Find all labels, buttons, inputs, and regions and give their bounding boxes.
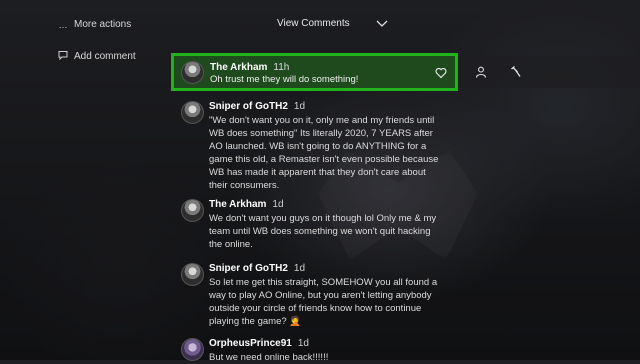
comment-text: "We don't want you on it, only me and my… [209, 115, 439, 191]
view-comments-label: View Comments [277, 18, 350, 29]
comment-time: 1d [293, 263, 306, 274]
avatar [181, 263, 204, 286]
comment-meta: Sniper of GoTH2 1d [209, 101, 305, 112]
comment-author: Sniper of GoTH2 [209, 263, 288, 274]
comment-meta: The Arkham 1d [209, 199, 284, 210]
avatar [181, 61, 204, 84]
comment-text: We don't want you guys on it though lol … [209, 213, 437, 250]
comment-meta: The Arkham 11h [210, 62, 289, 73]
add-comment-label: Add comment [74, 50, 136, 62]
hammer-icon[interactable] [509, 66, 521, 78]
comment-time: 1d [272, 199, 284, 210]
comment-text: Oh trust me they will do something! [210, 74, 359, 85]
chevron-down-icon[interactable] [376, 18, 388, 28]
comment-time: 1d [293, 101, 306, 112]
add-comment-button[interactable]: Add comment [58, 50, 136, 62]
more-actions-button[interactable]: … More actions [58, 19, 132, 30]
avatar [181, 101, 204, 124]
comment-meta: OrpheusPrince91 1d [209, 338, 309, 349]
view-comments-dropdown[interactable]: View Comments [277, 18, 350, 29]
comment-author: Sniper of GoTH2 [209, 101, 288, 112]
comment-author: The Arkham [209, 199, 267, 210]
comment-author: OrpheusPrince91 [209, 338, 292, 349]
heart-icon[interactable] [435, 67, 447, 79]
comment-meta: Sniper of GoTH2 1d [209, 263, 305, 274]
comment-time: 1d [297, 338, 309, 349]
comment-text: So let me get this straight, SOMEHOW you… [209, 277, 438, 327]
comment-icon [58, 50, 68, 62]
selected-comment[interactable]: The Arkham 11h Oh trust me they will do s… [171, 53, 458, 91]
person-icon[interactable] [475, 66, 487, 78]
avatar [181, 338, 204, 361]
more-actions-label: More actions [74, 19, 132, 30]
ellipsis-icon: … [58, 19, 68, 30]
avatar [181, 199, 204, 222]
comment-time: 11h [273, 62, 290, 73]
comment-author: The Arkham [210, 62, 268, 73]
comment-text: But we need online back!!!!!! [209, 352, 329, 363]
